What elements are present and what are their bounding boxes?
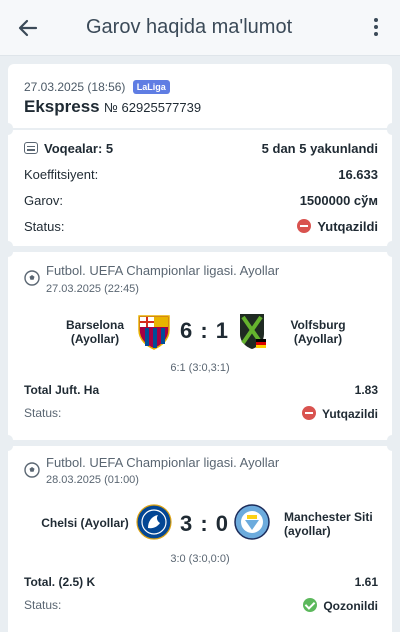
event-status-label: Status: <box>24 598 62 612</box>
event-date: 27.03.2025 (22:45) <box>46 283 139 295</box>
bet-summary-card: Voqealar: 5 5 dan 5 yakunlandi Koeffitsi… <box>3 125 397 251</box>
event-status-label: Status: <box>24 406 62 420</box>
bet-header-card: 27.03.2025 (18:56) LaLiga Ekspress № 629… <box>3 64 397 133</box>
chelsea-logo-icon <box>136 504 172 540</box>
stake-value: 1500000 сўм <box>299 193 378 208</box>
status-lost-icon <box>297 219 312 233</box>
score-detail: 3:0 (3:0,0:0) <box>170 553 230 565</box>
away-team: Volfsburg (Ayollar) <box>290 318 346 346</box>
stake-row: Garov: 1500000 сўм <box>24 193 378 211</box>
market-row: Total. (2.5) K 1.61 <box>24 575 378 593</box>
stake-label: Garov: <box>24 193 64 208</box>
event-date: 28.03.2025 (01:00) <box>46 474 139 486</box>
ticket-notch <box>3 125 13 135</box>
events-label: Voqealar: 5 <box>44 141 114 156</box>
manchester-city-logo-icon <box>234 504 270 540</box>
event-league: Futbol. UEFA Championlar ligasi. Ayollar <box>46 263 280 278</box>
bet-datetime-text: 27.03.2025 (18:56) <box>24 80 126 94</box>
event-card[interactable]: Futbol. UEFA Championlar ligasi. Ayollar… <box>3 441 397 632</box>
ticket-notch <box>387 441 397 451</box>
page-title: Garov haqida ma'lumot <box>86 16 293 38</box>
score-detail: 6:1 (3:0,3:1) <box>170 362 230 374</box>
home-team: Barselona (Ayollar) <box>65 318 125 346</box>
ticket-notch <box>3 247 13 257</box>
away-team: Manchester Siti (ayollar) <box>284 510 373 538</box>
status-won-icon <box>303 598 318 612</box>
league-badge: LaLiga <box>132 80 170 94</box>
event-status-row: Status: Qozonildi <box>24 598 378 616</box>
top-bar: Garov haqida ma'lumot <box>0 0 400 56</box>
wolfsburg-logo-icon <box>240 314 266 349</box>
status-lost-icon <box>301 406 316 420</box>
home-team: Chelsi (Ayollar) <box>41 516 129 530</box>
event-card[interactable]: Futbol. UEFA Championlar ligasi. Ayollar… <box>3 247 397 445</box>
barcelona-logo-icon <box>138 315 170 350</box>
status-value: Yutqazildi <box>297 219 378 234</box>
bet-type: Ekspress <box>24 97 100 116</box>
event-league: Futbol. UEFA Championlar ligasi. Ayollar <box>46 455 280 470</box>
bet-datetime: 27.03.2025 (18:56) LaLiga <box>24 80 170 94</box>
match-score: 6 : 1 <box>180 318 230 343</box>
market-odds: 1.61 <box>354 575 378 589</box>
coefficient-row: Koeffitsiyent: 16.633 <box>24 167 378 185</box>
status-row: Status: Yutqazildi <box>24 219 378 237</box>
event-status-row: Status: Yutqazildi <box>24 406 378 424</box>
more-vertical-icon[interactable] <box>372 16 380 40</box>
back-arrow-icon[interactable] <box>14 14 42 42</box>
soccer-ball-icon <box>24 462 40 478</box>
market-odds: 1.83 <box>354 383 378 397</box>
market-name: Total Juft. Ha <box>24 383 100 397</box>
events-value: 5 dan 5 yakunlandi <box>261 141 378 156</box>
soccer-ball-icon <box>24 270 40 286</box>
ticket-notch <box>3 441 13 451</box>
market-row: Total Juft. Ha 1.83 <box>24 383 378 401</box>
coefficient-label: Koeffitsiyent: <box>24 167 99 182</box>
status-label: Status: <box>24 219 65 234</box>
events-list-icon <box>24 142 38 154</box>
market-name: Total. (2.5) K <box>24 575 96 589</box>
match-score: 3 : 0 <box>180 511 230 536</box>
event-status-value: Yutqazildi <box>301 406 378 421</box>
ticket-notch <box>387 247 397 257</box>
coefficient-value: 16.633 <box>338 167 378 182</box>
event-status-value: Qozonildi <box>303 598 378 613</box>
ticket-notch <box>387 125 397 135</box>
events-row: Voqealar: 5 5 dan 5 yakunlandi <box>24 141 378 159</box>
bet-number: № 62925577739 <box>104 100 202 115</box>
